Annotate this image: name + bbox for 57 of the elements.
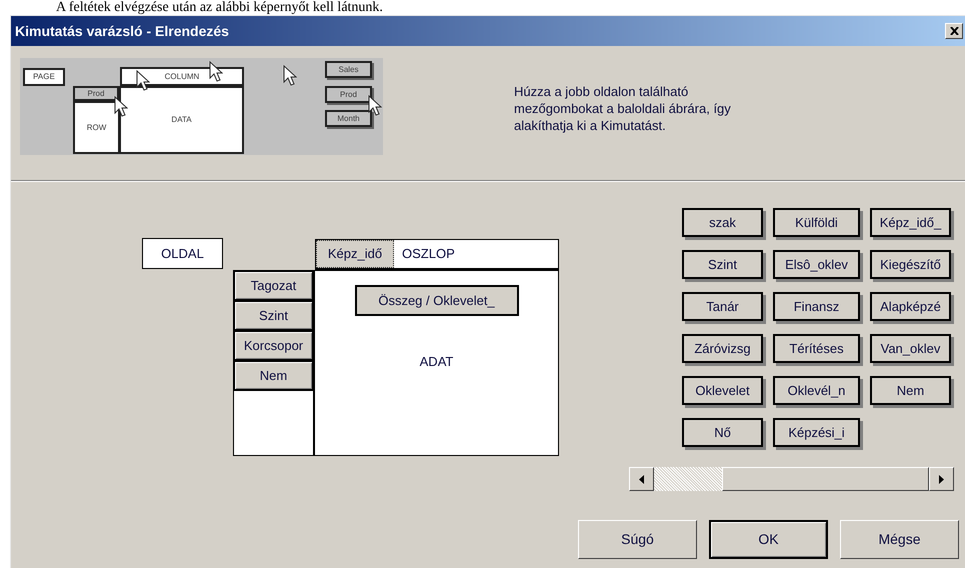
field-button[interactable]: Oklevél_n <box>773 376 860 405</box>
close-button[interactable] <box>945 23 963 39</box>
field-button[interactable]: Van_oklev <box>870 334 951 363</box>
horizontal-scrollbar[interactable] <box>629 467 954 491</box>
field-button[interactable]: Záróvizsg <box>682 334 763 363</box>
cursor-icon <box>368 95 382 117</box>
dialog-button[interactable]: Súgó <box>578 520 697 559</box>
column-drop-area[interactable]: Képz_idő OSZLOP <box>315 239 559 270</box>
data-area-label: ADAT <box>420 353 454 371</box>
instruction-text: Húzza a jobb oldalon található mezőgombokat a baloldali ábrára, így alakíthatja ki a Kimutatást. <box>514 83 732 134</box>
field-button[interactable]: Alapképzé <box>870 292 951 321</box>
field-button[interactable]: Szint <box>682 250 763 279</box>
field-button[interactable]: Korcsopor <box>234 331 313 361</box>
field-button[interactable]: Finansz <box>773 292 860 321</box>
page-drop-area[interactable]: OLDAL <box>142 238 223 269</box>
cursor-icon <box>209 61 223 83</box>
dialog-button[interactable]: OK <box>709 520 828 559</box>
row-drop-area[interactable]: Tagozat Szint Korcsopor Nem <box>233 270 315 456</box>
preview-label: Prod <box>73 86 119 101</box>
right-arrow-icon <box>939 474 944 484</box>
preview-label: PAGE <box>23 68 65 86</box>
dialog-button[interactable]: Mégse <box>840 520 959 559</box>
field-button[interactable]: Külföldi <box>773 208 860 237</box>
scroll-left-button[interactable] <box>629 467 654 491</box>
cursor-icon <box>136 70 150 92</box>
preview-label: Prod <box>325 86 372 103</box>
preview-label: Sales <box>325 61 372 78</box>
field-button[interactable]: szak <box>682 208 763 237</box>
field-button[interactable]: Nő <box>682 418 763 447</box>
cursor-icon <box>114 96 128 118</box>
page-area-label: OLDAL <box>161 244 204 263</box>
preview-label: Month <box>325 110 372 127</box>
cursor-icon <box>283 65 297 87</box>
caption-text: A feltétek elvégzése után az alábbi képernyőt kell látnunk. <box>55 0 384 15</box>
preview-label: COLUMN <box>120 67 244 86</box>
left-arrow-icon <box>639 474 644 484</box>
field-button[interactable]: Oklevelet <box>682 376 763 405</box>
field-button[interactable]: Térítéses <box>773 334 860 363</box>
field-button[interactable]: Képz_idő_ <box>870 208 951 237</box>
column-area-label: OSZLOP <box>402 245 455 264</box>
preview-label: ROW <box>73 101 120 154</box>
field-button[interactable]: Szint <box>234 301 313 331</box>
field-button[interactable]: Képzési_i <box>773 418 860 447</box>
data-drop-area[interactable]: Összeg / Oklevelet_ ADAT <box>315 270 559 456</box>
window-title: Kimutatás varázsló - Elrendezés <box>15 22 229 40</box>
field-button[interactable]: Képz_idő <box>316 240 394 268</box>
field-button[interactable]: Tanár <box>682 292 763 321</box>
field-button[interactable]: Nem <box>870 376 951 405</box>
preview-label: DATA <box>119 86 244 154</box>
field-button[interactable]: Nem <box>234 361 313 391</box>
field-button[interactable]: Összeg / Oklevelet_ <box>354 285 518 316</box>
scroll-thumb[interactable] <box>722 467 929 491</box>
scroll-right-button[interactable] <box>929 467 954 491</box>
field-button[interactable]: Elsô_oklev <box>773 250 860 279</box>
close-icon <box>950 27 958 35</box>
field-button[interactable]: Tagozat <box>234 271 313 301</box>
field-button[interactable]: Kiegészítő <box>870 250 951 279</box>
